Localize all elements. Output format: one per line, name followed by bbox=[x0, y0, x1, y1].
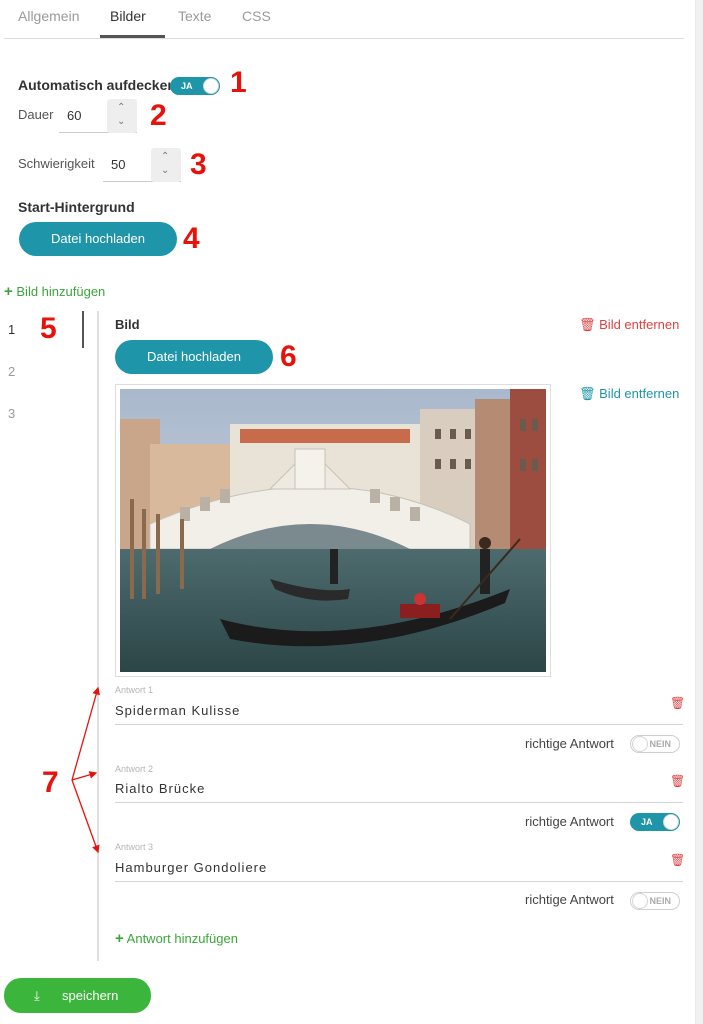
image-number-1[interactable]: 1 bbox=[8, 322, 15, 337]
plus-icon: + bbox=[115, 930, 124, 947]
toggle-knob bbox=[632, 893, 648, 909]
answer-3-correct-label: richtige Antwort bbox=[525, 892, 614, 907]
answer-1-correct-label: richtige Antwort bbox=[525, 736, 614, 751]
start-background-upload-button[interactable]: Datei hochladen bbox=[19, 222, 177, 256]
annotation-6: 6 bbox=[280, 340, 297, 373]
chevron-down-icon[interactable]: ⌄ bbox=[117, 116, 125, 127]
answer-1-correct-toggle[interactable]: NEIN bbox=[630, 735, 680, 753]
annotation-3: 3 bbox=[190, 148, 207, 181]
annotation-4: 4 bbox=[183, 222, 200, 255]
plus-icon: + bbox=[4, 283, 13, 300]
answer-1-input[interactable]: Spiderman Kulisse bbox=[115, 703, 240, 718]
chevron-up-icon[interactable]: ⌃ bbox=[117, 102, 125, 113]
image-number-3[interactable]: 3 bbox=[8, 406, 15, 421]
start-background-label: Start-Hintergrund bbox=[18, 199, 135, 215]
chevron-up-icon[interactable]: ⌃ bbox=[161, 151, 169, 162]
difficulty-value: 50 bbox=[111, 157, 126, 172]
rialto-photo bbox=[120, 389, 546, 672]
remove-uploaded-image-label: Bild entfernen bbox=[599, 386, 680, 401]
tab-texte[interactable]: Texte bbox=[178, 8, 211, 24]
image-section-label: Bild bbox=[115, 317, 140, 332]
image-upload-button[interactable]: Datei hochladen bbox=[115, 340, 273, 374]
annotation-2: 2 bbox=[150, 99, 167, 132]
download-icon: ⤓ bbox=[34, 988, 40, 1003]
remove-image-label: Bild entfernen bbox=[599, 317, 680, 332]
answer-2-correct-toggle[interactable]: JA bbox=[630, 813, 680, 831]
image-number-2[interactable]: 2 bbox=[8, 364, 15, 379]
annotation-5: 5 bbox=[40, 312, 57, 345]
duration-field[interactable]: 60 ⌃ ⌄ bbox=[59, 99, 137, 133]
active-tab-indicator bbox=[100, 35, 165, 38]
selected-image-indicator bbox=[82, 311, 84, 348]
toggle-text: JA bbox=[181, 81, 193, 91]
scrollbar[interactable] bbox=[695, 0, 703, 1024]
answer-3-underline bbox=[115, 881, 683, 882]
answer-1-caption: Antwort 1 bbox=[115, 685, 154, 695]
toggle-text: NEIN bbox=[649, 896, 671, 906]
answer-3-caption: Antwort 3 bbox=[115, 842, 154, 852]
tab-bar: Allgemein Bilder Texte CSS bbox=[4, 0, 684, 39]
chevron-down-icon[interactable]: ⌄ bbox=[161, 165, 169, 176]
duration-stepper[interactable]: ⌃ ⌄ bbox=[107, 99, 137, 133]
uploaded-image-preview bbox=[115, 384, 551, 677]
duration-label: Dauer bbox=[18, 107, 54, 122]
add-answer-label: Antwort hinzufügen bbox=[126, 931, 238, 946]
answer-2-underline bbox=[115, 802, 683, 803]
answer-2-caption: Antwort 2 bbox=[115, 764, 154, 774]
remove-uploaded-image-link[interactable]: 🗑 Bild entfernen bbox=[579, 386, 679, 402]
answer-1-underline bbox=[115, 724, 683, 725]
tab-css[interactable]: CSS bbox=[242, 8, 271, 24]
save-label: speichern bbox=[62, 988, 119, 1003]
image-panel-divider bbox=[97, 311, 99, 961]
tab-bilder[interactable]: Bilder bbox=[110, 8, 146, 24]
answer-2-input[interactable]: Rialto Brücke bbox=[115, 781, 205, 796]
toggle-knob bbox=[663, 814, 679, 830]
trash-icon[interactable]: 🗑 bbox=[670, 696, 685, 710]
toggle-text: JA bbox=[641, 817, 653, 827]
auto-reveal-toggle[interactable]: JA bbox=[170, 77, 220, 95]
toggle-knob bbox=[203, 78, 219, 94]
trash-icon: 🗑 bbox=[579, 317, 596, 332]
add-answer-link[interactable]: + Antwort hinzufügen bbox=[115, 930, 238, 947]
add-image-link[interactable]: + Bild hinzufügen bbox=[4, 283, 105, 300]
trash-icon[interactable]: 🗑 bbox=[670, 853, 685, 867]
add-image-label: Bild hinzufügen bbox=[16, 284, 106, 299]
toggle-text: NEIN bbox=[649, 739, 671, 749]
tab-allgemein[interactable]: Allgemein bbox=[18, 8, 79, 24]
duration-value: 60 bbox=[67, 108, 82, 123]
difficulty-label: Schwierigkeit bbox=[18, 156, 95, 171]
auto-reveal-label: Automatisch aufdecken bbox=[18, 77, 176, 93]
trash-icon: 🗑 bbox=[579, 386, 596, 401]
answer-2-correct-label: richtige Antwort bbox=[525, 814, 614, 829]
remove-image-link[interactable]: 🗑 Bild entfernen bbox=[579, 317, 679, 333]
annotation-1: 1 bbox=[230, 66, 247, 99]
save-button[interactable]: ⤓ speichern bbox=[4, 978, 151, 1013]
trash-icon[interactable]: 🗑 bbox=[670, 774, 685, 788]
toggle-knob bbox=[632, 736, 648, 752]
answer-3-input[interactable]: Hamburger Gondoliere bbox=[115, 860, 267, 875]
difficulty-stepper[interactable]: ⌃ ⌄ bbox=[151, 148, 181, 182]
annotation-7-arrows bbox=[71, 686, 100, 854]
answer-3-correct-toggle[interactable]: NEIN bbox=[630, 892, 680, 910]
annotation-7: 7 bbox=[42, 766, 59, 799]
difficulty-field[interactable]: 50 ⌃ ⌄ bbox=[103, 148, 181, 182]
